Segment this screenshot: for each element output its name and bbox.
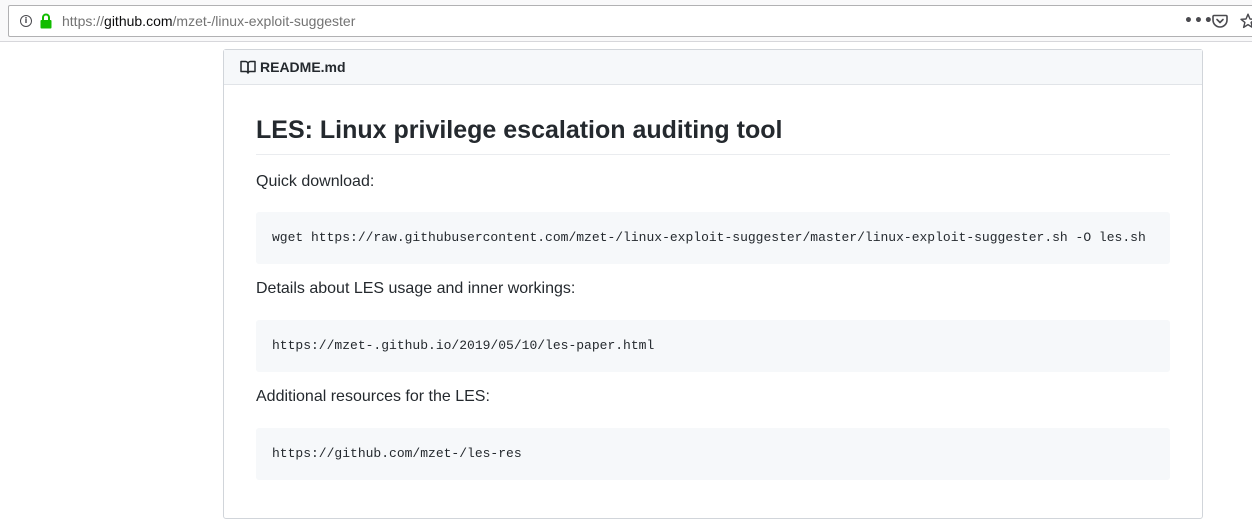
browser-toolbar: i https://github.com/mzet-/linux-exploit…: [0, 0, 1252, 42]
details-text: Details about LES usage and inner workin…: [256, 280, 576, 297]
code-download-command[interactable]: wget https://raw.githubusercontent.com/m…: [272, 230, 1146, 246]
title-divider: [256, 154, 1170, 155]
url-bar[interactable]: i https://github.com/mzet-/linux-exploit…: [8, 5, 1252, 37]
more-icon[interactable]: •••: [1184, 13, 1213, 29]
readme-panel: README.md LES: Linux privilege escalatio…: [223, 49, 1203, 519]
url-scheme: https://: [62, 13, 105, 29]
readme-filename[interactable]: README.md: [260, 59, 346, 76]
code-resources-url[interactable]: https://github.com/mzet-/les-res: [272, 446, 522, 462]
code-block-download: wget https://raw.githubusercontent.com/m…: [256, 212, 1170, 264]
lock-icon[interactable]: [40, 13, 52, 29]
info-icon[interactable]: i: [20, 15, 32, 27]
url-path: /mzet-/linux-exploit-suggester: [172, 13, 356, 29]
pocket-icon[interactable]: [1212, 13, 1228, 29]
readme-header: README.md: [224, 50, 1202, 85]
book-icon: [240, 60, 256, 74]
resources-text: Additional resources for the LES:: [256, 388, 490, 405]
star-icon[interactable]: [1240, 13, 1252, 29]
quick-download-text: Quick download:: [256, 173, 375, 190]
url-text[interactable]: https://github.com/mzet-/linux-exploit-s…: [62, 13, 355, 30]
code-block-paper: https://mzet-.github.io/2019/05/10/les-p…: [256, 320, 1170, 372]
code-paper-url[interactable]: https://mzet-.github.io/2019/05/10/les-p…: [272, 338, 654, 354]
page-title: LES: Linux privilege escalation auditing…: [256, 116, 783, 144]
url-host: github.com: [104, 13, 173, 29]
code-block-resources: https://github.com/mzet-/les-res: [256, 428, 1170, 480]
